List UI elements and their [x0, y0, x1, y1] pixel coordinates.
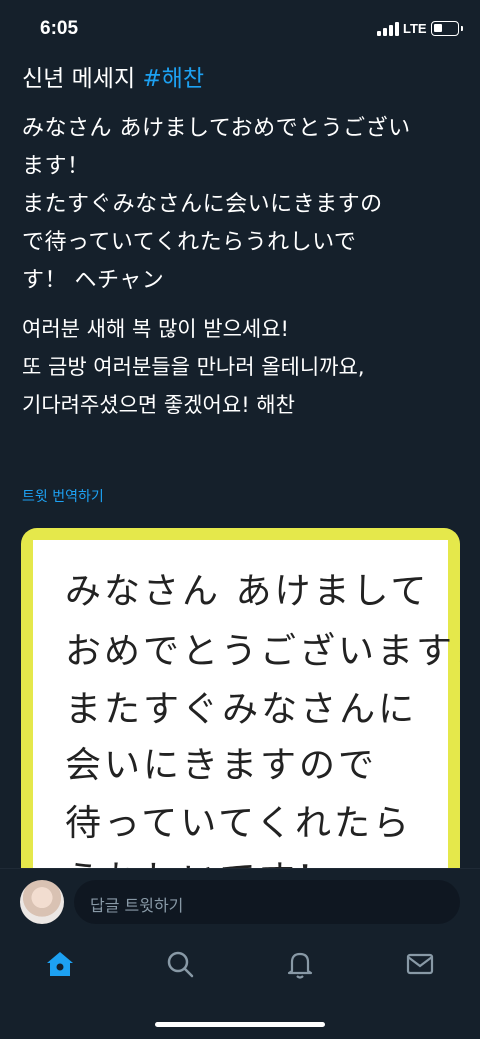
status-time: 6:05 [40, 18, 79, 39]
translate-tweet-link[interactable]: 트윗 번역하기 [22, 486, 104, 506]
avatar[interactable] [20, 880, 64, 924]
tweet-image[interactable]: みなさん あけまして おめでとうございます! またすぐみなさんに 会いにきますの… [21, 528, 460, 888]
bell-icon[interactable] [284, 948, 316, 980]
handwriting-line: またすぐみなさんに [65, 689, 418, 730]
handwritten-note: みなさん あけまして おめでとうございます! またすぐみなさんに 会いにきますの… [33, 540, 460, 888]
tab-bar [0, 938, 480, 1039]
battery-icon [431, 21, 463, 36]
handwriting-line: みなさん あけまして [65, 571, 430, 612]
reply-bar: 답글 트윗하기 [0, 868, 480, 939]
home-icon[interactable] [44, 948, 76, 980]
network-label: LTE [403, 21, 427, 36]
hashtag-link[interactable]: #해찬 [142, 66, 204, 92]
signal-icon [377, 22, 399, 36]
tweet-content: 신년 메세지 #해찬 みなさん あけましておめでとうござい ます！ またすぐみな… [22, 60, 462, 424]
handwriting-line: おめでとうございます! [65, 631, 460, 672]
home-indicator[interactable] [155, 1022, 325, 1027]
handwriting-line: 待っていてくれたら [65, 803, 413, 844]
tweet-title: 신년 메세지 #해찬 [22, 60, 462, 98]
tweet-title-text: 신년 메세지 [22, 66, 143, 92]
reply-placeholder: 답글 트윗하기 [90, 896, 184, 915]
handwriting-line: 会いにきますので [65, 745, 378, 786]
mail-icon[interactable] [404, 948, 436, 980]
status-bar: 6:05 LTE [0, 0, 480, 60]
search-icon[interactable] [164, 948, 196, 980]
tweet-text-korean: 여러분 새해 복 많이 받으세요! 또 금방 여러분들을 만나러 올테니까요, … [22, 317, 365, 417]
tweet-text-japanese: みなさん あけましておめでとうござい ます！ またすぐみなさんに会いにきますの … [22, 116, 411, 293]
reply-input[interactable]: 답글 트윗하기 [74, 880, 460, 924]
